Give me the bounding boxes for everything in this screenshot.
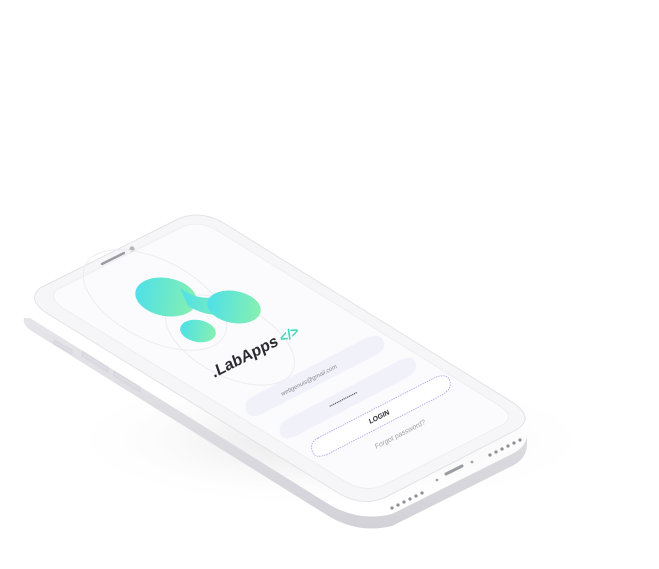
bottom-screw-left xyxy=(435,478,439,482)
bottom-screw-right xyxy=(470,460,474,464)
iphone-mockup-scene: .LabApps </> webgenuis@gmail.com •••••••… xyxy=(0,0,659,569)
iphone-mockup-illustration: .LabApps </> webgenuis@gmail.com •••••••… xyxy=(23,214,600,529)
